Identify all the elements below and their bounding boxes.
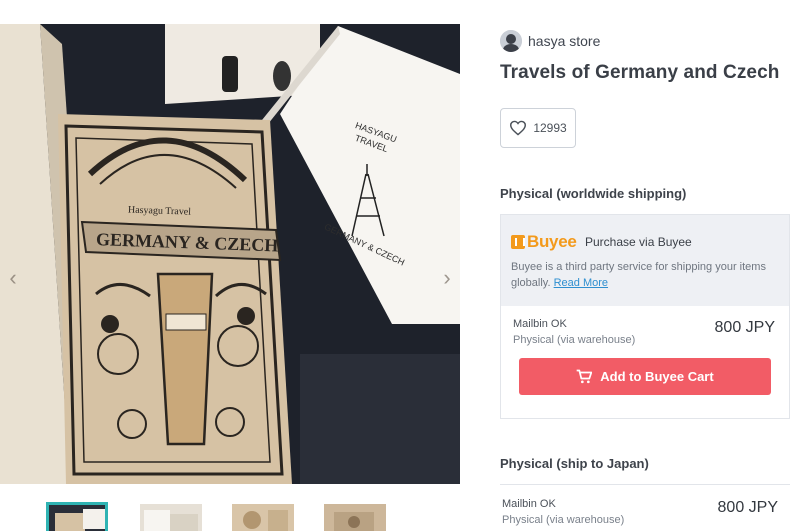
option-name: Mailbin OK	[513, 318, 567, 330]
read-more-link[interactable]: Read More	[554, 277, 608, 289]
thumbnail-1[interactable]	[46, 502, 108, 531]
buyee-logo-icon	[511, 235, 525, 249]
product-photo: HASYAGU TRAVEL GERMANY & CZECH GERMANY &…	[0, 24, 460, 484]
buyee-logo: Buyee	[511, 232, 577, 252]
option-name: Mailbin OK	[502, 498, 556, 510]
option-subtext: Physical (via warehouse)	[513, 334, 636, 346]
buyee-description-text: Buyee is a third party service for shipp…	[511, 261, 766, 289]
shop-name[interactable]: hasya store	[528, 33, 600, 49]
buyee-description: Buyee is a third party service for shipp…	[511, 259, 781, 291]
section-title-worldwide: Physical (worldwide shipping)	[500, 186, 687, 201]
like-button[interactable]: 12993	[500, 108, 576, 148]
buyee-purchase-label: Purchase via Buyee	[585, 235, 692, 249]
penguin-icon	[273, 61, 291, 91]
shop-avatar[interactable]	[500, 30, 522, 52]
thumbnail-strip	[46, 502, 446, 531]
option-price: 800 JPY	[714, 319, 775, 336]
section-title-japan: Physical (ship to Japan)	[500, 456, 649, 471]
product-gallery: HASYAGU TRAVEL GERMANY & CZECH GERMANY &…	[0, 0, 460, 531]
buyee-logo-text: Buyee	[527, 232, 577, 251]
worldwide-shipping-box: Buyee Purchase via Buyee Buyee is a thir…	[500, 214, 790, 419]
thumbnail-3[interactable]	[232, 504, 294, 531]
beer-glass-illustration	[156, 272, 214, 446]
bottle-icon	[222, 56, 238, 92]
gallery-prev-button[interactable]: ‹	[4, 264, 22, 292]
shop-link[interactable]: hasya store	[500, 30, 600, 52]
buyee-header: Buyee Purchase via Buyee Buyee is a thir…	[501, 215, 789, 306]
thumbnail-2[interactable]	[140, 504, 202, 531]
japan-shipping-box: Mailbin OK Physical (via warehouse) 800 …	[500, 484, 790, 531]
add-to-cart-label: Add to Buyee Cart	[600, 369, 714, 384]
cart-icon	[576, 369, 593, 384]
thumbnail-4[interactable]	[324, 504, 386, 531]
book-cover-subtitle: Hasyagu Travel	[128, 205, 192, 218]
like-count: 12993	[533, 121, 567, 135]
main-product-image[interactable]: HASYAGU TRAVEL GERMANY & CZECH GERMANY &…	[0, 24, 460, 484]
gallery-next-button[interactable]: ›	[438, 264, 456, 292]
add-to-buyee-cart-button[interactable]: Add to Buyee Cart	[519, 358, 771, 395]
product-info-panel: hasya store Travels of Germany and Czech…	[500, 0, 800, 531]
option-subtext: Physical (via warehouse)	[502, 514, 625, 526]
product-title: Travels of Germany and Czech	[500, 62, 780, 83]
option-price: 800 JPY	[717, 499, 778, 516]
heart-icon	[510, 120, 527, 136]
